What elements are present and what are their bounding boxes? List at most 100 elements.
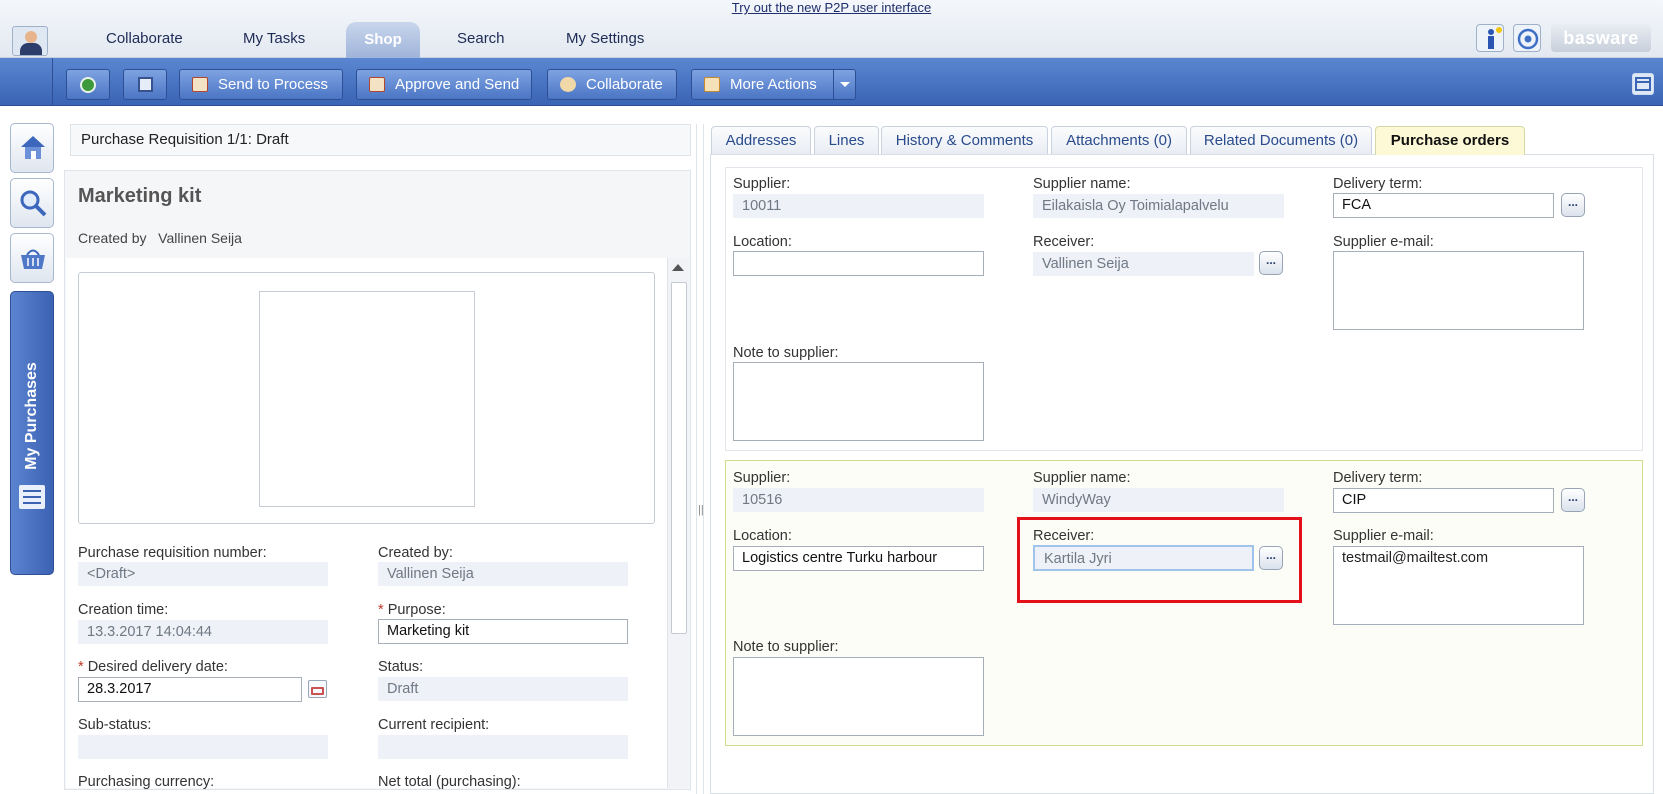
po2-supplier-label: Supplier: <box>733 470 791 486</box>
po1-location-label: Location: <box>733 234 792 250</box>
pr-number-label: Purchase requisition number: <box>78 545 267 561</box>
purpose-label: * Purpose: <box>378 602 446 618</box>
purpose-input[interactable]: Marketing kit <box>378 619 628 644</box>
net-total-label: Net total (purchasing): <box>378 774 521 790</box>
po2-supplier-email-label: Supplier e-mail: <box>1333 528 1434 544</box>
more-actions-icon <box>704 77 720 92</box>
back-icon <box>80 77 96 93</box>
po2-note-label: Note to supplier: <box>733 639 839 655</box>
basket-button[interactable] <box>10 233 54 283</box>
back-button[interactable] <box>66 69 110 100</box>
po2-note-input[interactable] <box>733 657 984 736</box>
document-header: Purchase Requisition 1/1: Draft <box>70 124 691 156</box>
search-nav-button[interactable] <box>10 178 54 228</box>
purchases-list-icon <box>19 485 45 509</box>
basware-logo: basware <box>1551 24 1651 52</box>
created-by-label: Created by: <box>378 545 453 561</box>
receiver-highlight-box <box>1017 517 1302 603</box>
po1-receiver-lookup-button[interactable]: ... <box>1259 251 1283 275</box>
creation-time-value: 13.3.2017 14:04:44 <box>78 620 328 644</box>
po1-supplier-email-input[interactable] <box>1333 251 1584 330</box>
purpose-label-text: Purpose: <box>387 602 446 618</box>
po2-delivery-term-input[interactable]: CIP <box>1333 488 1554 513</box>
basket-icon <box>21 249 45 269</box>
substatus-value <box>78 735 328 759</box>
tab-history-comments[interactable]: History & Comments <box>881 126 1048 154</box>
home-button[interactable] <box>10 123 54 173</box>
po1-note-label: Note to supplier: <box>733 345 839 361</box>
tab-lines[interactable]: Lines <box>814 126 879 154</box>
scroll-up-button[interactable] <box>668 258 688 278</box>
avatar-body <box>20 43 42 55</box>
po1-supplier-name-value: Eilakaisla Oy Toimialapalvelu <box>1033 194 1284 218</box>
po1-delivery-term-input[interactable]: FCA <box>1333 193 1554 218</box>
new-ui-banner: Try out the new P2P user interface <box>0 0 1663 15</box>
dropdown-arrow-icon[interactable] <box>833 70 855 99</box>
nav-tab-collaborate[interactable]: Collaborate <box>106 30 183 47</box>
substatus-label: Sub-status: <box>78 717 152 733</box>
desired-date-input[interactable]: 28.3.2017 <box>78 677 302 702</box>
tab-attachments[interactable]: Attachments (0) <box>1051 126 1187 154</box>
save-button[interactable] <box>123 69 167 100</box>
help-icon[interactable] <box>1513 24 1541 52</box>
desired-date-label-text: Desired delivery date: <box>87 659 228 675</box>
po1-location-input[interactable] <box>733 251 984 276</box>
current-recipient-label: Current recipient: <box>378 717 490 733</box>
splitter-grip-icon[interactable]: || <box>698 504 704 516</box>
send-to-process-button[interactable]: Send to Process <box>179 69 343 100</box>
user-avatar-icon[interactable] <box>12 26 48 56</box>
scroll-thumb[interactable] <box>671 282 687 634</box>
approve-and-send-label: Approve and Send <box>395 76 520 93</box>
created-by-value: Vallinen Seija <box>378 562 628 586</box>
calendar-icon[interactable] <box>308 680 327 698</box>
required-mark: * <box>378 602 384 618</box>
creation-time-label: Creation time: <box>78 602 169 618</box>
nav-tab-my-settings[interactable]: My Settings <box>566 30 644 47</box>
nav-tab-my-tasks[interactable]: My Tasks <box>243 30 305 47</box>
nav-tab-shop[interactable]: Shop <box>346 22 420 58</box>
created-by-line: Created by Vallinen Seija <box>78 230 242 246</box>
collaborate-button[interactable]: Collaborate <box>547 69 677 100</box>
po1-delivery-term-lookup-button[interactable]: ... <box>1561 193 1585 217</box>
purchasing-currency-label: Purchasing currency: <box>78 774 215 790</box>
po1-supplier-name-label: Supplier name: <box>1033 176 1131 192</box>
po1-delivery-term-label: Delivery term: <box>1333 176 1423 192</box>
panel-splitter[interactable] <box>696 124 704 794</box>
po2-location-input[interactable]: Logistics centre Turku harbour <box>733 546 984 571</box>
po1-receiver-value: Vallinen Seija <box>1033 252 1254 276</box>
collaborate-icon <box>560 77 576 92</box>
status-value: Draft <box>378 677 628 701</box>
panel-toggle-icon[interactable] <box>1632 73 1654 95</box>
created-by-name: Vallinen Seija <box>158 230 242 246</box>
po2-delivery-term-label: Delivery term: <box>1333 470 1423 486</box>
more-actions-button[interactable]: More Actions <box>691 69 856 100</box>
approve-icon <box>369 77 385 92</box>
po2-delivery-term-lookup-button[interactable]: ... <box>1561 488 1585 512</box>
home-icon <box>21 136 45 159</box>
send-to-process-label: Send to Process <box>218 76 329 93</box>
po2-supplier-value: 10516 <box>733 488 984 512</box>
po2-supplier-email-input[interactable]: testmail@mailtest.com <box>1333 546 1584 625</box>
po2-supplier-name-label: Supplier name: <box>1033 470 1131 486</box>
search-icon <box>20 190 47 217</box>
tab-addresses[interactable]: Addresses <box>711 126 811 154</box>
pr-number-value: <Draft> <box>78 562 328 586</box>
product-image-placeholder <box>259 291 475 507</box>
po1-supplier-email-label: Supplier e-mail: <box>1333 234 1434 250</box>
document-title: Marketing kit <box>78 185 202 207</box>
more-actions-label: More Actions <box>730 76 817 93</box>
nav-tab-search[interactable]: Search <box>457 30 505 47</box>
toolbar-separator <box>52 58 53 106</box>
info-icon[interactable] <box>1476 24 1504 52</box>
tab-related-documents[interactable]: Related Documents (0) <box>1190 126 1372 154</box>
try-new-ui-link[interactable]: Try out the new P2P user interface <box>732 0 931 15</box>
po1-receiver-label: Receiver: <box>1033 234 1095 250</box>
tab-purchase-orders[interactable]: Purchase orders <box>1375 126 1525 155</box>
vertical-scrollbar[interactable] <box>667 258 689 788</box>
po2-location-label: Location: <box>733 528 792 544</box>
approve-and-send-button[interactable]: Approve and Send <box>356 69 532 100</box>
collaborate-label: Collaborate <box>586 76 663 93</box>
po1-note-input[interactable] <box>733 362 984 441</box>
po1-supplier-label: Supplier: <box>733 176 791 192</box>
po2-supplier-name-value: WindyWay <box>1033 488 1284 512</box>
